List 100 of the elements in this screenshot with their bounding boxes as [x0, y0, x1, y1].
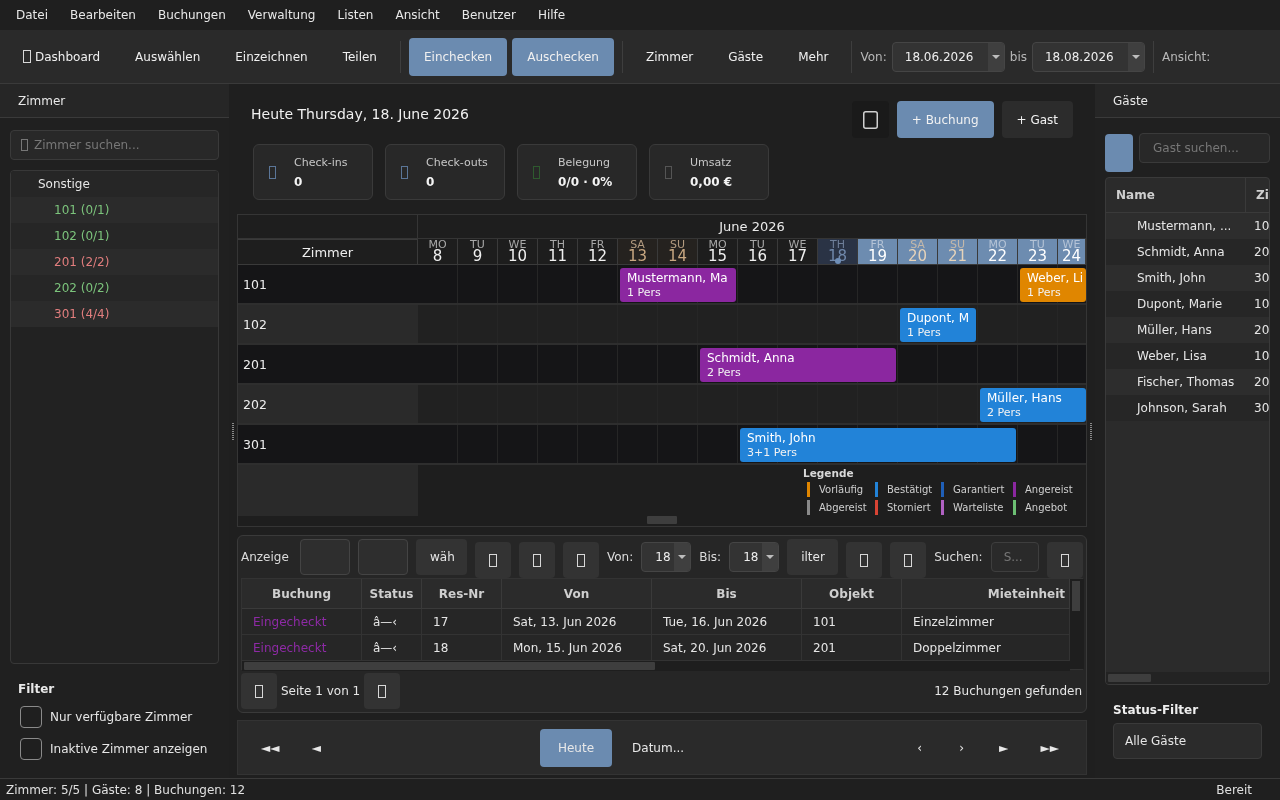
nav-button[interactable]: Datum...	[620, 729, 697, 766]
caret-icon	[766, 555, 775, 559]
nav-button[interactable]: ◄	[299, 729, 334, 766]
tree-item[interactable]: 202 (0/2)	[54, 281, 110, 295]
field-label: Suchen:	[934, 550, 983, 564]
nav-button[interactable]: ›	[944, 729, 979, 766]
tree-item[interactable]: 102 (0/1)	[54, 229, 110, 243]
date-field[interactable]: 18	[729, 542, 780, 572]
menu-item[interactable]: Buchungen	[146, 5, 237, 25]
column-header[interactable]: Objekt	[802, 579, 902, 608]
booking-bar[interactable]: Müller, Hans 2 Pers	[980, 388, 1086, 422]
rectangle-icon	[1060, 553, 1069, 567]
menu-item[interactable]: Bearbeiten	[59, 5, 147, 25]
action-button[interactable]: + Gast	[1001, 101, 1073, 138]
column-header[interactable]: Res-Nr	[422, 579, 502, 608]
column-header[interactable]: Name	[1106, 178, 1246, 212]
rectangle-icon	[378, 684, 387, 698]
nav-button[interactable]: ‹	[902, 729, 937, 766]
rectangle-icon	[489, 553, 497, 567]
toolbar-button[interactable]: Mehr	[783, 37, 844, 76]
booking-bar[interactable]: Schmidt, Anna 2 Pers	[700, 348, 896, 382]
search-field[interactable]: Zimmer suchen...	[10, 130, 219, 160]
toolbar-button[interactable]	[890, 542, 927, 578]
stat-label: Check-ins	[294, 155, 348, 169]
menu-item[interactable]: Benutzer	[450, 5, 527, 25]
weekday-label: WE	[1062, 239, 1081, 250]
checkbox[interactable]	[20, 706, 42, 728]
stat-value: 0	[294, 174, 304, 189]
result-count: 12 Buchungen gefunden	[934, 684, 1082, 698]
toolbar-button[interactable]	[846, 542, 883, 578]
column-header[interactable]: Bis	[652, 579, 802, 608]
toolbar-button[interactable]: Einzeichnen	[220, 37, 323, 76]
nav-button[interactable]: ◄◄	[249, 729, 292, 766]
scrollbar-thumb[interactable]	[1072, 581, 1080, 611]
room-label: 101	[238, 265, 418, 305]
table-cell: Eingecheckt	[253, 614, 327, 629]
table-cell: 30	[1254, 401, 1269, 415]
tree-item[interactable]: 201 (2/2)	[54, 255, 110, 269]
column-header[interactable]: Zi	[1246, 178, 1269, 212]
menu-item[interactable]: Datei	[5, 5, 59, 25]
toolbar-button[interactable]: ilter	[787, 539, 839, 575]
toolbar-button[interactable]: Teilen	[327, 37, 392, 76]
toolbar-button[interactable]	[563, 542, 599, 578]
guest-name: Schmidt, Anna	[707, 351, 796, 366]
table-cell: 10	[1254, 297, 1269, 311]
caret-icon	[991, 54, 1000, 59]
booking-bar[interactable]: Mustermann, Ma 1 Pers	[620, 268, 736, 302]
toolbar-button[interactable]	[1046, 542, 1083, 578]
toolbar-button[interactable]: wäh	[416, 539, 467, 575]
nav-button[interactable]: ►►	[1028, 729, 1071, 766]
column-header[interactable]: Buchung	[242, 579, 362, 608]
tree-item[interactable]: 301 (4/4)	[54, 307, 110, 321]
search-field[interactable]: S...	[990, 542, 1039, 572]
persons-label: 1 Pers	[627, 286, 662, 299]
toolbar-button[interactable]: Auswählen	[120, 37, 216, 76]
menu-item[interactable]: Verwaltung	[236, 5, 327, 25]
panel-title[interactable]: Gäste	[1095, 84, 1280, 118]
column-header[interactable]: Status	[362, 579, 422, 608]
section-title: Status-Filter	[1113, 703, 1200, 717]
scrollbar-thumb[interactable]	[1108, 674, 1151, 682]
menu-item[interactable]: Ansicht	[384, 5, 451, 25]
status-text: Bereit	[1216, 782, 1252, 797]
room-label: 201	[238, 345, 418, 385]
stat-label: Belegung	[558, 155, 612, 169]
stat-label: Check-outs	[426, 155, 488, 169]
menu-item[interactable]: Listen	[326, 5, 385, 25]
persons-label: 2 Pers	[707, 366, 742, 379]
checkbox[interactable]	[20, 738, 42, 760]
table-cell: Eingecheckt	[253, 640, 327, 655]
booking-bar[interactable]: Dupont, M 1 Pers	[900, 308, 976, 342]
toolbar-button[interactable]	[851, 101, 889, 138]
table-cell: 20	[1254, 375, 1269, 389]
nav-button[interactable]: ►	[986, 729, 1021, 766]
date-field[interactable]: 18	[641, 542, 692, 572]
panel-title[interactable]: Zimmer	[0, 84, 229, 118]
toolbar-button[interactable]	[475, 542, 511, 578]
booking-bar[interactable]: Smith, John 3+1 Pers	[740, 428, 1016, 462]
previous-page-button[interactable]	[241, 673, 277, 709]
date-field[interactable]: 18.08.2026	[1031, 41, 1145, 72]
toolbar-button[interactable]: Gäste	[713, 37, 779, 76]
toolbar-button[interactable]: Zimmer	[630, 37, 709, 76]
persons-label: 1 Pers	[1027, 286, 1062, 299]
legend-label: Bestätigt	[887, 483, 933, 496]
search-field[interactable]: Gast suchen...	[1139, 133, 1270, 163]
dropdown[interactable]: Alle Gäste	[1113, 723, 1262, 759]
stat-label: Umsatz	[690, 155, 733, 169]
rectangle-icon	[862, 110, 878, 129]
scrollbar-thumb[interactable]	[244, 662, 655, 670]
weekday-label: MO	[988, 239, 1007, 250]
date-field[interactable]: 18.06.2026	[891, 41, 1005, 72]
toolbar-button[interactable]: Dashboard	[8, 37, 116, 76]
day-number: 17	[787, 250, 808, 263]
toolbar-button[interactable]	[519, 542, 555, 578]
menu-item[interactable]: Hilfe	[526, 5, 577, 25]
day-number: 8	[432, 250, 443, 263]
next-page-button[interactable]	[364, 673, 401, 709]
column-header[interactable]: Von	[502, 579, 652, 608]
tree-item[interactable]: 101 (0/1)	[54, 203, 110, 217]
scrollbar-thumb[interactable]	[647, 516, 677, 524]
tree-group[interactable]: Sonstige	[38, 177, 90, 191]
